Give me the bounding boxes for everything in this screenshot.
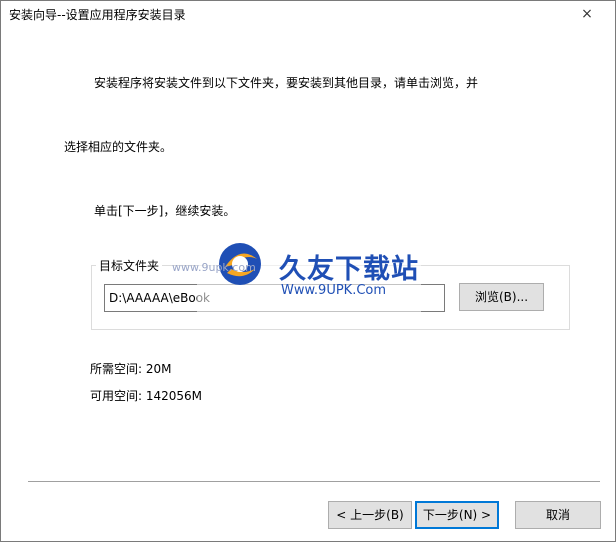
target-folder-label: 目标文件夹	[96, 257, 163, 274]
site-watermark: www.9upk.com 久友下载站 Www.9UPK.Com	[172, 227, 421, 315]
next-button[interactable]: 下一步(N) >	[415, 501, 499, 529]
instruction-line-1: 安装程序将安装文件到以下文件夹，要安装到其他目录，请单击浏览，并	[94, 76, 479, 90]
available-space-text: 可用空间: 142056M	[90, 389, 203, 403]
window-title: 安装向导--设置应用程序安装目录	[9, 8, 186, 22]
title-bar[interactable]: 安装向导--设置应用程序安装目录 ×	[1, 1, 615, 27]
instruction-line-3: 单击[下一步]，继续安装。	[94, 204, 236, 218]
cancel-button[interactable]: 取消	[515, 501, 601, 529]
watermark-site-name: 久友下载站	[279, 254, 419, 285]
watermark-url: Www.9UPK.Com	[281, 283, 387, 298]
footer-separator	[28, 481, 600, 483]
installer-window: 安装向导--设置应用程序安装目录 × 安装程序将安装文件到以下文件夹，要安装到其…	[0, 0, 616, 542]
required-space-text: 所需空间: 20M	[90, 362, 172, 376]
back-button[interactable]: < 上一步(B)	[328, 501, 412, 529]
browse-button[interactable]: 浏览(B)...	[459, 283, 544, 311]
close-icon[interactable]: ×	[575, 3, 599, 25]
instruction-line-2: 选择相应的文件夹。	[64, 140, 173, 154]
watermark-faint-url: www.9upk.com	[172, 261, 256, 274]
